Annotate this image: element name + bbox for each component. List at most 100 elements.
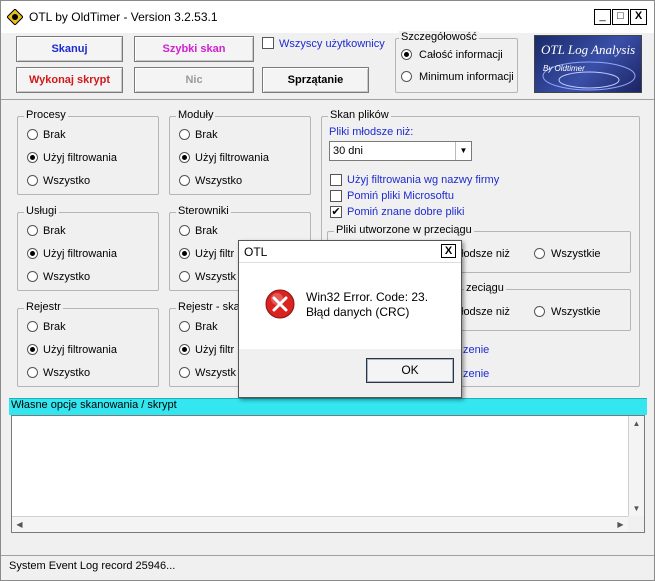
rejestr-all-radio[interactable] [27,367,38,378]
quick-scan-button[interactable]: Szybki skan [134,36,254,62]
skip-known-good-label: Pomiń znane dobre pliki [347,206,465,218]
dialog-message-line2: Błąd danych (CRC) [306,305,410,319]
procesy-all-label: Wszystko [43,175,91,187]
cleanup-button[interactable]: Sprzątanie [262,67,369,93]
sterowniki-all-radio[interactable] [179,271,190,282]
sterowniki-legend: Sterowniki [176,205,231,217]
younger-than-value: 30 dni [333,145,363,157]
scan-button[interactable]: Skanuj [16,36,123,62]
status-text: System Event Log record 25946... [9,560,176,572]
sterowniki-brak-radio[interactable] [179,225,190,236]
created-all-radio[interactable] [534,248,545,259]
scroll-down-icon[interactable]: ▼ [629,501,644,516]
skip-microsoft-checkbox[interactable] [330,190,342,202]
custom-options-label: Własne opcje skanowania / skrypt [11,399,177,411]
uslugi-brak-radio[interactable] [27,225,38,236]
rejestr-filter-radio[interactable] [27,344,38,355]
logo-title: OTL Log Analysis [541,42,636,57]
vertical-scrollbar[interactable]: ▲ ▼ [628,416,644,516]
moduly-filter-label: Użyj filtrowania [195,152,269,164]
rejestr-brak-radio[interactable] [27,321,38,332]
extra-option-1-label: zenie [463,344,490,356]
custom-script-textarea[interactable]: ▲ ▼ ◀ ▶ [11,415,645,533]
scroll-left-icon[interactable]: ◀ [12,517,27,532]
dialog-ok-button[interactable]: OK [366,358,454,383]
file-scan-legend: Skan plików [328,109,391,121]
procesy-filter-label: Użyj filtrowania [43,152,117,164]
skip-microsoft-label: Pomiń pliki Microsoftu [347,190,454,202]
sterowniki-filter-label: Użyj filtr [195,248,235,260]
all-users-checkbox[interactable] [262,37,274,49]
modified-legend: zeciągu [464,282,506,294]
moduly-brak-label: Brak [195,129,218,141]
scroll-right-icon[interactable]: ▶ [613,517,628,532]
status-bar: System Event Log record 25946... [1,555,654,576]
rejestr-scan-brak-label: Brak [195,321,218,333]
younger-than-label: Pliki młodsze niż: [329,126,414,138]
chevron-down-icon[interactable]: ▼ [455,142,471,160]
skip-known-good-checkbox[interactable]: ✔ [330,206,342,218]
uslugi-legend: Usługi [24,205,59,217]
rejestr-scan-all-label: Wszystk [195,367,236,379]
uslugi-all-radio[interactable] [27,271,38,282]
rejestr-scan-brak-radio[interactable] [179,321,190,332]
sterowniki-brak-label: Brak [195,225,218,237]
scroll-corner [628,516,644,532]
rejestr-legend: Rejestr [24,301,63,313]
procesy-brak-radio[interactable] [27,129,38,140]
checkmark-icon: ✔ [331,206,341,218]
rejestr-brak-label: Brak [43,321,66,333]
modified-younger-label: łodsze niż [461,306,510,318]
created-younger-label: łodsze niż [461,248,510,260]
moduly-all-label: Wszystko [195,175,243,187]
rejestr-all-label: Wszystko [43,367,91,379]
maximize-button[interactable]: □ [612,9,629,25]
detail-minimum-label: Minimum informacji [419,71,514,83]
window-title: OTL by OldTimer - Version 3.2.53.1 [29,10,218,24]
run-script-button[interactable]: Wykonaj skrypt [16,67,123,93]
minimize-button[interactable]: _ [594,9,611,25]
detail-group: Szczegółowość [395,31,518,93]
nothing-button[interactable]: Nic [134,67,254,93]
moduly-legend: Moduły [176,109,216,121]
created-all-label: Wszystkie [551,248,601,260]
created-legend: Pliki utworzone w przeciągu [334,224,474,236]
rejestr-filter-label: Użyj filtrowania [43,344,117,356]
detail-full-label: Całość informacji [419,49,503,61]
uslugi-filter-radio[interactable] [27,248,38,259]
otl-logo: OTL Log Analysis By Oldtimer [534,35,642,93]
moduly-all-radio[interactable] [179,175,190,186]
procesy-legend: Procesy [24,109,68,121]
error-icon [265,289,295,319]
sterowniki-filter-radio[interactable] [179,248,190,259]
moduly-filter-radio[interactable] [179,152,190,163]
company-filter-checkbox[interactable] [330,174,342,186]
rejestr-scan-all-radio[interactable] [179,367,190,378]
scroll-up-icon[interactable]: ▲ [629,416,644,431]
detail-minimum-radio[interactable] [401,71,412,82]
younger-than-select[interactable]: 30 dni ▼ [329,141,472,161]
procesy-filter-radio[interactable] [27,152,38,163]
all-users-label: Wszyscy użytkownicy [279,38,385,50]
procesy-brak-label: Brak [43,129,66,141]
sterowniki-all-label: Wszystk [195,271,236,283]
procesy-all-radio[interactable] [27,175,38,186]
uslugi-brak-label: Brak [43,225,66,237]
title-bar: OTL by OldTimer - Version 3.2.53.1 _ □ X [1,1,654,33]
horizontal-scrollbar[interactable]: ◀ ▶ [12,516,628,532]
modified-all-radio[interactable] [534,306,545,317]
uslugi-all-label: Wszystko [43,271,91,283]
close-button[interactable]: X [630,9,647,25]
dialog-title: OTL [244,245,268,259]
rejestr-scan-filter-label: Użyj filtr [195,344,235,356]
moduly-brak-radio[interactable] [179,129,190,140]
detail-full-radio[interactable] [401,49,412,60]
uslugi-filter-label: Użyj filtrowania [43,248,117,260]
rejestr-scan-filter-radio[interactable] [179,344,190,355]
dialog-close-button[interactable]: X [441,244,456,258]
modified-all-label: Wszystkie [551,306,601,318]
top-divider [1,99,654,100]
rejestr-scan-legend: Rejestr - ska [176,301,242,313]
extra-option-2-label: zenie [463,368,490,380]
detail-legend: Szczegółowość [399,31,479,43]
